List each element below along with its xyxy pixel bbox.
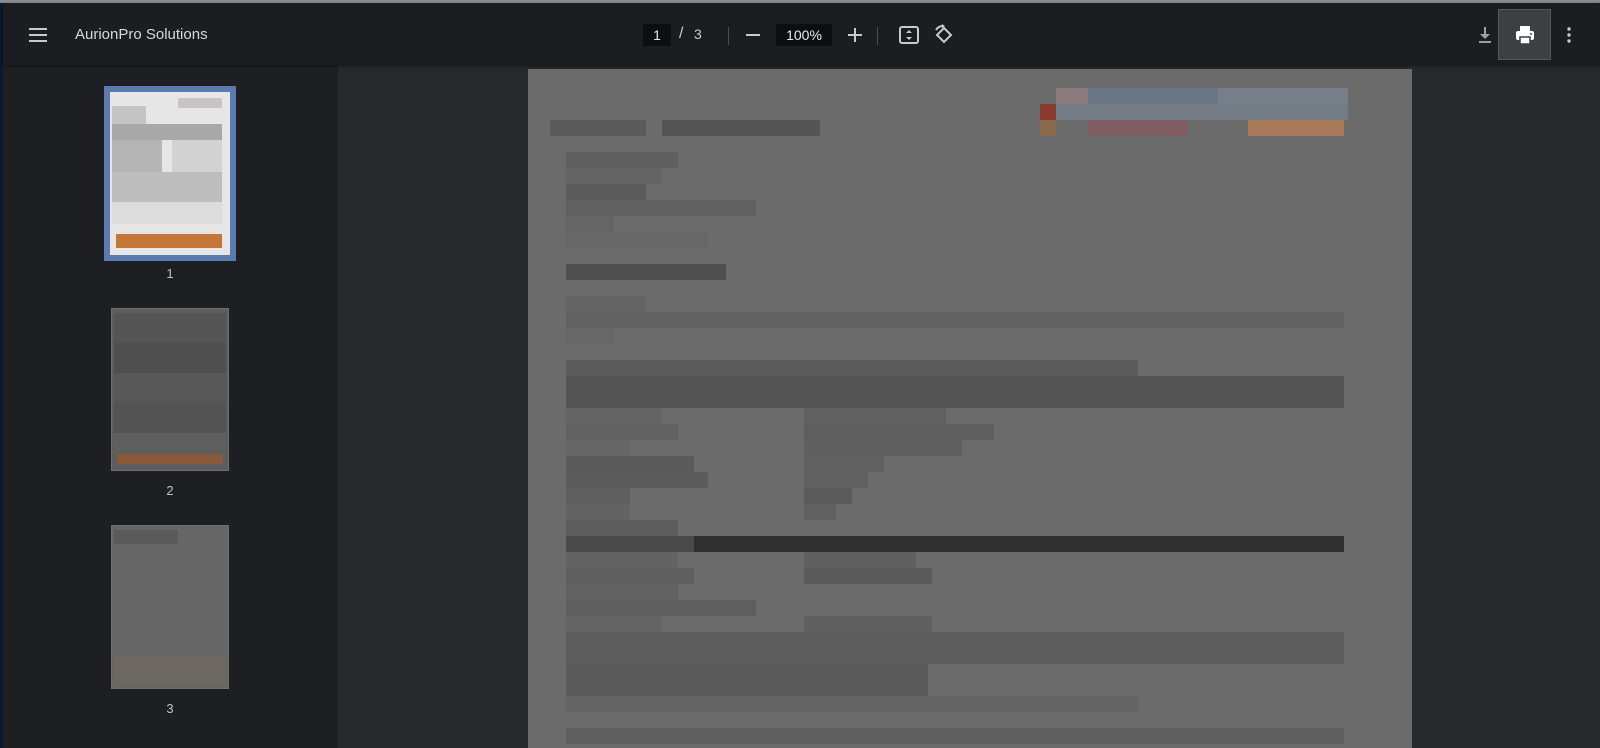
thumbnail-sidebar: 1 2 3 xyxy=(3,65,338,748)
page-thumbnail-2[interactable] xyxy=(111,308,229,471)
thumbnail-label-3: 3 xyxy=(166,701,174,716)
page-number-input[interactable]: 1 xyxy=(643,24,671,46)
thumbnail-label-2: 2 xyxy=(166,483,174,498)
document-title: AurionPro Solutions xyxy=(75,26,208,43)
redacted-heading xyxy=(550,120,646,136)
download-icon[interactable] xyxy=(1475,25,1495,45)
zoom-level-input[interactable]: 100% xyxy=(776,24,832,46)
print-icon xyxy=(1516,26,1534,45)
document-viewer xyxy=(338,65,1600,748)
print-button[interactable] xyxy=(1498,9,1551,60)
toolbar-divider xyxy=(877,27,878,45)
redacted-section-divider xyxy=(694,536,1344,552)
rotate-icon[interactable] xyxy=(933,24,955,46)
page-thumbnail-1[interactable] xyxy=(104,86,236,261)
plus-icon[interactable] xyxy=(845,25,865,45)
company-logo xyxy=(1056,88,1088,104)
redacted-table-header xyxy=(566,376,1344,408)
pdf-page-1 xyxy=(528,69,1412,748)
thumbnail-label-1: 1 xyxy=(166,266,174,281)
pdf-toolbar: AurionPro Solutions 1 / 3 100% xyxy=(3,3,1600,65)
page-separator: / xyxy=(679,25,684,42)
more-vertical-icon[interactable] xyxy=(1559,25,1579,45)
page-thumbnail-3[interactable] xyxy=(111,525,229,689)
fit-to-page-icon[interactable] xyxy=(898,24,920,46)
toolbar-divider xyxy=(728,27,729,45)
total-pages: 3 xyxy=(694,26,702,42)
thumbnail-page-image xyxy=(110,92,230,255)
menu-icon[interactable] xyxy=(26,23,50,47)
minus-icon[interactable] xyxy=(743,25,763,45)
